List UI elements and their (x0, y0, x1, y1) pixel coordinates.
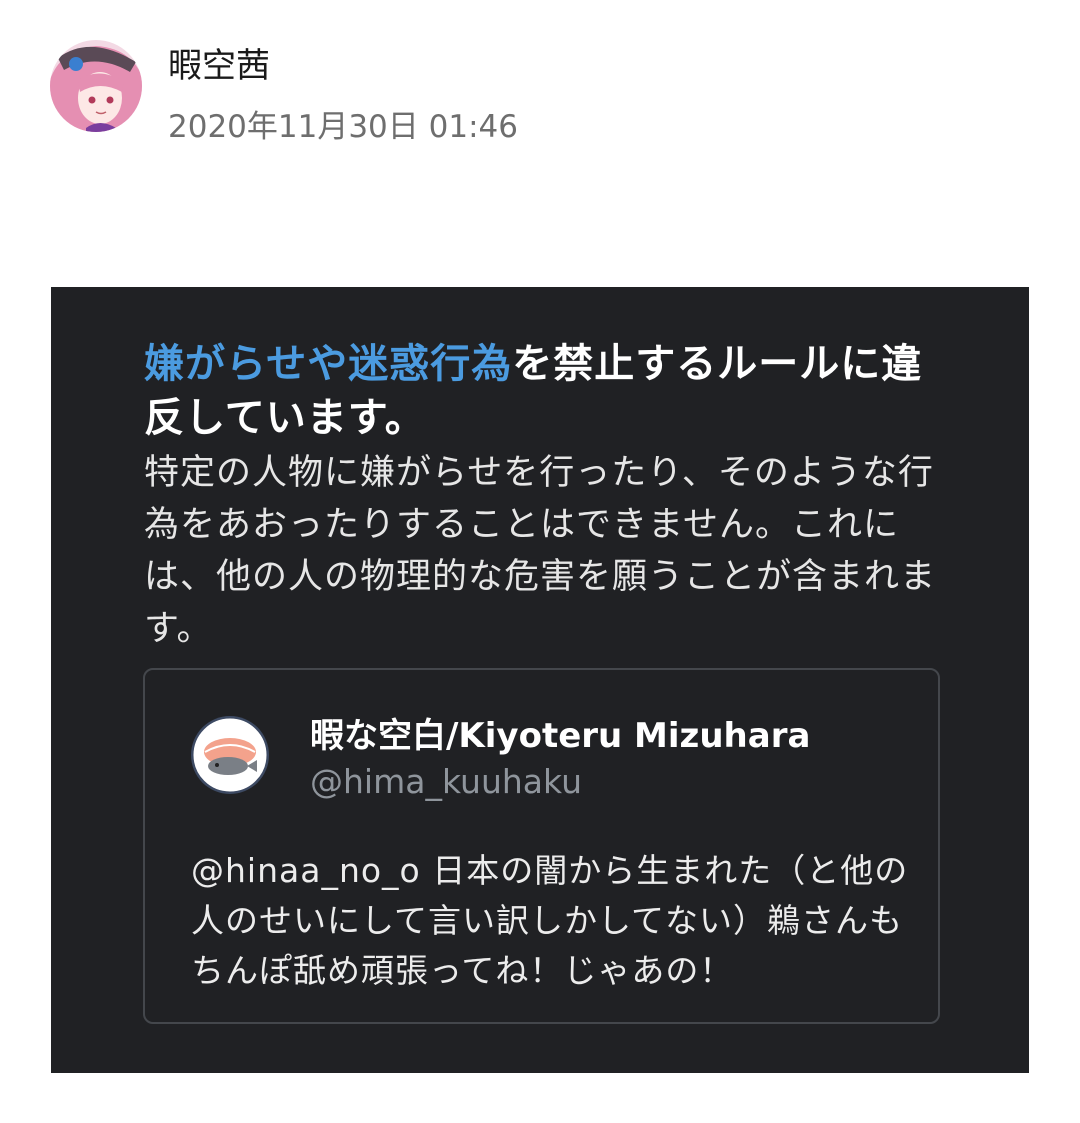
post-timestamp: 2020年11月30日 01:46 (168, 109, 518, 145)
embedded-screenshot[interactable]: 嫌がらせや迷惑行為を禁止するルールに違反しています。 特定の人物に嫌がらせを行っ… (51, 287, 1029, 1073)
tweet-author-avatar (191, 716, 269, 794)
tweet-text: @hinaa_no_o 日本の闇から生まれた（と他の人のせいにして言い訳しかして… (191, 851, 909, 990)
violation-description: 特定の人物に嫌がらせを行ったり、そのような行為をあおったりすることはできません。… (144, 453, 937, 649)
author-name[interactable]: 暇空茜 (168, 44, 518, 88)
violation-title-highlight: 嫌がらせや迷惑行為 (144, 341, 513, 387)
author-avatar[interactable] (50, 40, 142, 132)
quoted-tweet-card: 暇な空白/Kiyoteru Mizuhara @hima_kuuhaku @hi… (143, 668, 940, 1024)
author-meta: 暇空茜 2020年11月30日 01:46 (168, 44, 518, 148)
violation-title: 嫌がらせや迷惑行為を禁止するルールに違反しています。 (144, 337, 944, 445)
post-header: 暇空茜 2020年11月30日 01:46 (50, 40, 518, 148)
tweet-handle: @hima_kuuhaku (310, 762, 583, 801)
tweet-display-name: 暇な空白/Kiyoteru Mizuhara (310, 716, 811, 756)
